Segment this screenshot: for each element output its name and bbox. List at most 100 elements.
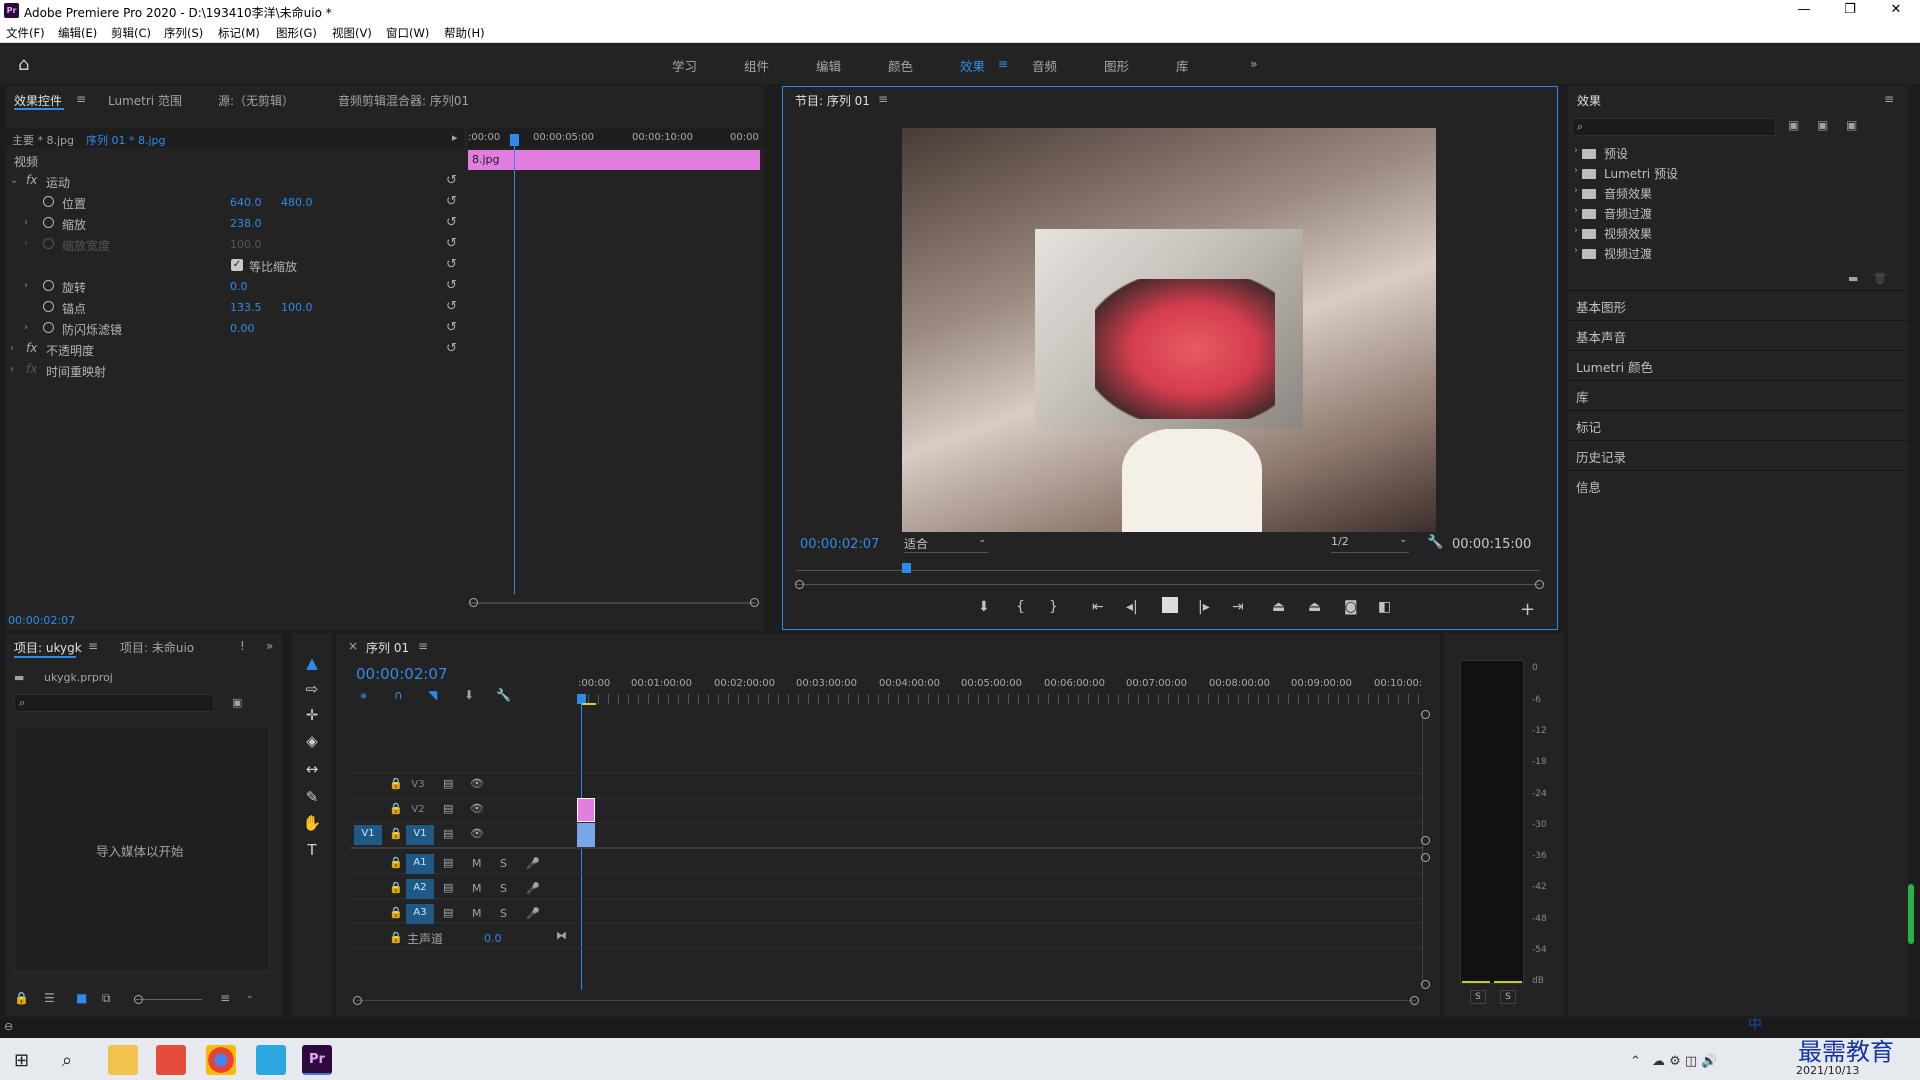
master-volume-value[interactable]: 0.0 (484, 932, 502, 945)
panel-history[interactable]: 历史记录 (1568, 440, 1908, 469)
menu-marker[interactable]: 标记(M) (218, 25, 260, 41)
stopwatch-icon[interactable] (43, 217, 54, 228)
track-label-a3[interactable]: A3 (406, 904, 434, 924)
add-marker-icon[interactable]: ⬇ (978, 599, 990, 615)
ie-icon[interactable] (256, 1045, 286, 1075)
panel-info[interactable]: 信息 (1568, 470, 1908, 499)
solo-button[interactable]: S (500, 882, 507, 895)
selection-tool-icon[interactable]: ▲ (300, 651, 324, 675)
step-forward-icon[interactable]: |▸ (1198, 599, 1210, 615)
ws-graphics[interactable]: 图形 (1104, 56, 1129, 75)
effects-search-input[interactable]: ⌕ (1572, 118, 1776, 136)
ec-current-time[interactable]: 00:00:02:07 (8, 614, 75, 627)
tab-audio-clip-mixer[interactable]: 音频剪辑混合器: 序列01 (338, 92, 469, 109)
ws-editing[interactable]: 编辑 (816, 56, 841, 75)
slip-tool-icon[interactable]: ↔ (300, 757, 324, 781)
uniform-scale-checkbox[interactable]: ✓ (231, 259, 243, 271)
tab-project-untitled[interactable]: 项目: 未命uio (120, 639, 194, 656)
vscroll-handle[interactable] (1421, 853, 1430, 862)
mute-button[interactable]: M (472, 907, 482, 920)
clip-v2[interactable] (577, 798, 595, 822)
zoom-slider-handle[interactable] (134, 995, 143, 1004)
mute-button[interactable]: M (472, 882, 482, 895)
app-icon[interactable] (156, 1045, 186, 1075)
nest-icon[interactable]: ⚹ (360, 688, 367, 703)
vscroll-handle[interactable] (1421, 836, 1430, 845)
panel-essential-sound[interactable]: 基本声音 (1568, 320, 1908, 349)
fx-icon[interactable]: fx (26, 341, 37, 355)
restore-icon[interactable]: ❐ (1830, 2, 1870, 17)
tab-lumetri-scopes[interactable]: Lumetri 范围 (108, 92, 182, 109)
windows-start-icon[interactable]: ⊞ (14, 1050, 29, 1071)
sync-lock-icon[interactable]: ▤ (443, 802, 453, 815)
time-remap-chevron-icon[interactable]: › (10, 364, 14, 375)
accelerated-effects-icon[interactable]: ▣ (1788, 118, 1799, 132)
solo-button[interactable]: S (500, 857, 507, 870)
reset-icon[interactable]: ↺ (446, 195, 460, 209)
fx-icon[interactable]: fx (26, 173, 37, 187)
ec-clip-bar[interactable]: 8.jpg (468, 150, 760, 170)
tab-source[interactable]: 源:（无剪辑） (218, 92, 294, 109)
ec-zoom-scrollbar[interactable] (470, 602, 756, 604)
timeline-ruler-ticks[interactable] (578, 694, 1422, 704)
close-sequence-icon[interactable]: × (348, 639, 358, 653)
ec-scroll-handle[interactable] (750, 598, 759, 607)
ec-playhead-icon[interactable] (510, 134, 519, 146)
tree-item-audio-effects[interactable]: › 音频效果 (1574, 185, 1652, 202)
ws-effects-menu-icon[interactable]: ≡ (998, 56, 1008, 71)
sync-lock-icon[interactable]: ▤ (443, 856, 453, 869)
reset-icon[interactable]: ↺ (446, 258, 460, 272)
ime-indicator[interactable]: 中 (1748, 1014, 1762, 1034)
chrome-icon[interactable] (206, 1045, 236, 1075)
chevron-down-icon[interactable]: ⌄ (246, 991, 254, 1001)
tab-project-ukygk[interactable]: 项目: ukygk (14, 639, 82, 656)
panel-libraries[interactable]: 库 (1568, 380, 1908, 409)
extract-icon[interactable]: ⏏ (1308, 599, 1321, 615)
lock-icon[interactable]: 🔒 (389, 906, 403, 919)
eye-icon[interactable]: 👁 (470, 802, 484, 815)
panel-overflow-icon[interactable]: ! (240, 639, 245, 653)
lock-icon[interactable]: 🔒 (389, 802, 403, 815)
timeline-hscrollbar[interactable] (356, 1000, 1416, 1001)
new-search-bin-icon[interactable]: ▣ (232, 696, 242, 709)
solo-left-button[interactable]: S (1470, 990, 1486, 1004)
stopwatch-icon[interactable] (43, 301, 54, 312)
wrench-icon[interactable]: 🔧 (1427, 535, 1443, 550)
sync-lock-icon[interactable]: ▤ (443, 827, 453, 840)
ws-learn[interactable]: 学习 (672, 56, 697, 75)
work-area-bar[interactable] (582, 703, 596, 705)
tray-chevron-icon[interactable]: ⌃ (1630, 1054, 1641, 1069)
lift-icon[interactable]: ⏏ (1272, 599, 1285, 615)
search-icon[interactable]: ⌕ (62, 1050, 72, 1071)
tree-item-video-effects[interactable]: › 视频效果 (1574, 225, 1652, 242)
flicker-chevron-icon[interactable]: › (24, 322, 28, 333)
effects-menu-icon[interactable]: ≡ (1884, 92, 1894, 106)
stopwatch-icon[interactable] (43, 280, 54, 291)
reset-icon[interactable]: ↺ (446, 321, 460, 335)
camera-icon[interactable]: ◙ (1344, 599, 1358, 615)
more-panels-icon[interactable]: » (266, 639, 273, 653)
timeline-settings-wrench-icon[interactable]: 🔧 (496, 688, 511, 702)
tray-icons[interactable]: ☁ ⚙ ◫ 🔊 (1652, 1054, 1718, 1069)
sort-icon[interactable]: ≡ (220, 991, 230, 1005)
track-label-a1[interactable]: A1 (406, 854, 434, 874)
hand-tool-icon[interactable]: ✋ (300, 811, 324, 835)
delete-icon[interactable]: 🗑 (1873, 272, 1887, 285)
tab-effect-controls[interactable]: 效果控件 (14, 92, 62, 109)
stopwatch-icon[interactable] (43, 322, 54, 333)
solo-right-button[interactable]: S (1500, 990, 1516, 1004)
linked-selection-icon[interactable]: ◥ (428, 688, 437, 702)
timeline-timecode[interactable]: 00:00:02:07 (356, 665, 448, 683)
track-label-v3[interactable]: V3 (408, 776, 428, 794)
ec-sequence-clip[interactable]: 序列 01 * 8.jpg (86, 132, 166, 148)
hscroll-handle[interactable] (353, 996, 362, 1005)
panel-essential-graphics[interactable]: 基本图形 (1568, 290, 1908, 319)
razor-tool-icon[interactable]: ◈ (300, 729, 324, 753)
reset-icon[interactable]: ↺ (446, 342, 460, 356)
icon-view-icon[interactable]: ■ (76, 991, 87, 1005)
32bit-effects-icon[interactable]: ▣ (1817, 118, 1828, 132)
go-to-in-icon[interactable]: ⇤ (1092, 599, 1104, 615)
menu-graphics[interactable]: 图形(G) (276, 25, 317, 41)
reset-icon[interactable]: ↺ (446, 237, 460, 251)
home-icon[interactable]: ⌂ (18, 54, 29, 75)
